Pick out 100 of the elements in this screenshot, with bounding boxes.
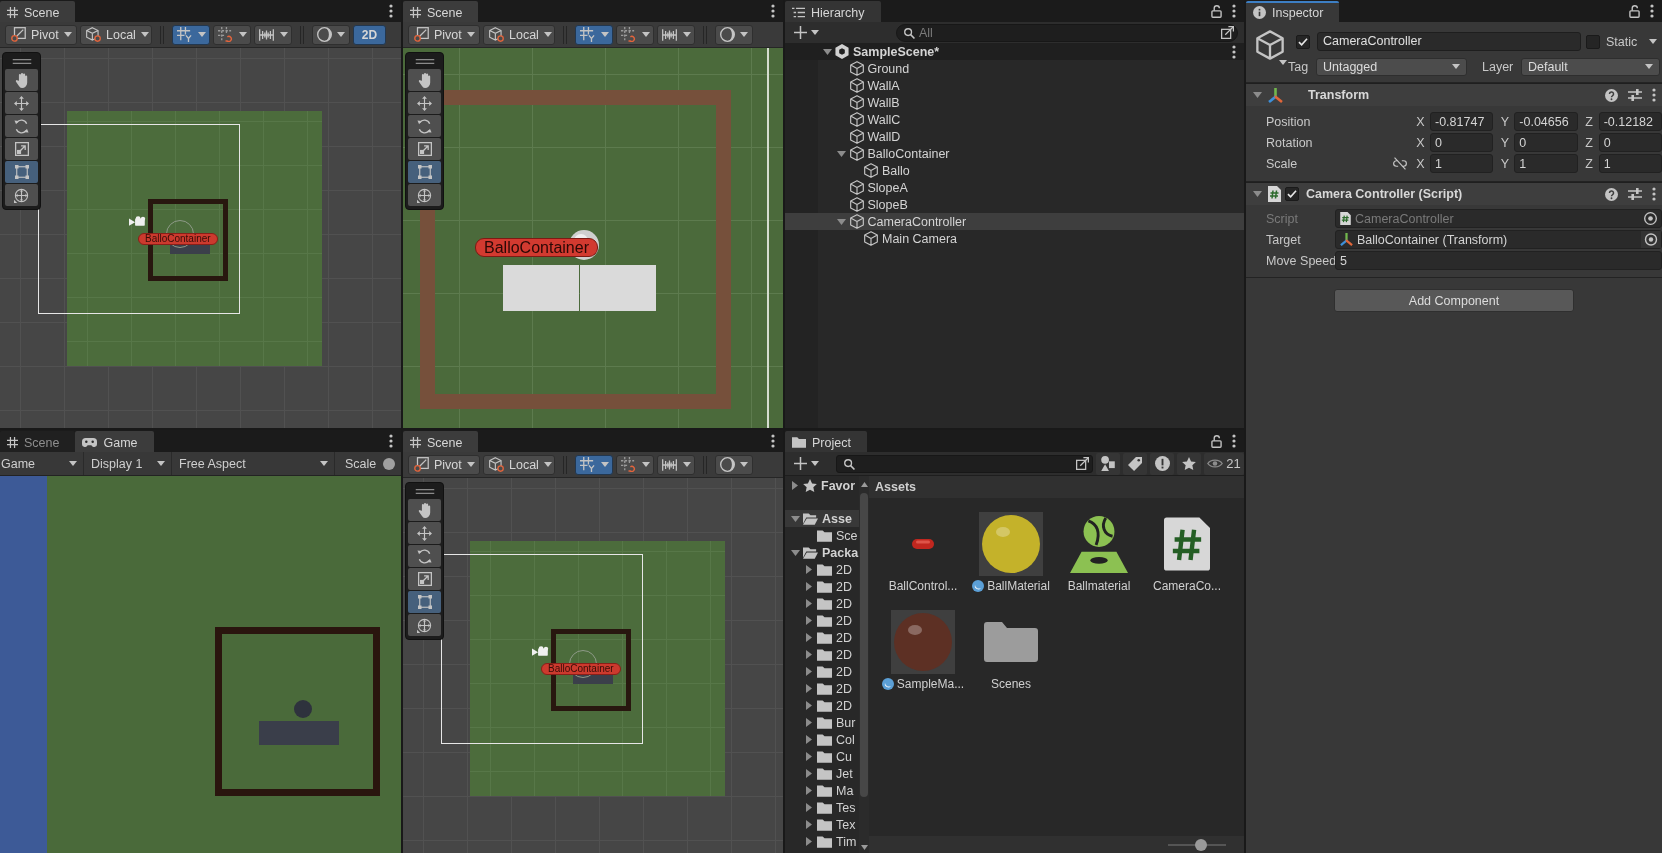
folder-item[interactable]: Asse [785,510,859,527]
foldout-arrow-icon[interactable] [822,48,832,55]
number-field[interactable]: 1 [1514,154,1578,173]
project-tab[interactable]: Project [785,431,867,452]
folder-item[interactable]: 2D [785,663,859,680]
component-header[interactable]: Camera Controller (Script) [1246,182,1662,205]
move-tool-button[interactable] [5,92,38,114]
asset-name[interactable]: BallControl... [886,579,960,593]
more-menu-icon[interactable] [771,434,775,448]
folder-item[interactable]: 2D [785,595,859,612]
scene-tab[interactable]: Scene [403,1,479,22]
lock-icon[interactable] [1211,4,1222,18]
folder-item[interactable]: 2D [785,680,859,697]
asset-name[interactable]: CameraCo... [1151,579,1223,593]
slider-thumb[interactable] [1195,838,1208,851]
foldout-arrow-icon[interactable] [806,820,812,829]
hierarchy-item[interactable]: SlopeB [785,196,1244,213]
foldout-arrow-icon[interactable] [806,565,812,574]
shading-dropdown[interactable] [312,24,350,45]
view-2d-toggle[interactable]: 2D [353,24,386,45]
caret-icon[interactable] [1649,39,1657,44]
sliders-icon[interactable] [1628,188,1642,200]
foldout-arrow-icon[interactable] [837,218,846,225]
foldout-arrow-icon[interactable] [806,786,812,795]
name-field[interactable]: CameraController [1317,32,1581,51]
scene-tab[interactable]: Scene [403,431,479,452]
scene-tab[interactable]: Scene [0,1,76,22]
object-field[interactable]: BalloContainer (Transform) [1335,230,1662,249]
slider-handle-icon[interactable] [383,457,396,470]
hierarchy-item[interactable]: Ballo [785,162,1244,179]
foldout-arrow-icon[interactable] [806,684,812,693]
folder-item[interactable]: Tex [785,816,859,833]
favorite-button[interactable] [1177,452,1201,475]
number-field[interactable]: 1 [1430,154,1494,173]
square-arrow-icon[interactable] [1076,457,1089,470]
scale-tool-button[interactable] [5,138,38,160]
help-icon[interactable] [1605,187,1618,201]
folder-item[interactable]: Jet [785,765,859,782]
rect-tool-button[interactable] [408,591,441,613]
unlinked-chain-icon[interactable] [1393,157,1407,170]
foldout-arrow-icon[interactable] [806,718,812,727]
number-field[interactable]: 5 [1335,251,1662,270]
more-menu-icon[interactable] [1650,4,1654,18]
increment-snap-button[interactable] [657,454,695,475]
hand-tool-button[interactable] [408,499,441,521]
create-button[interactable] [792,454,821,473]
create-button[interactable] [792,23,821,42]
scale-tool-button[interactable] [408,138,441,160]
more-menu-icon[interactable] [1652,88,1656,102]
increment-snap-button[interactable] [254,24,292,45]
foldout-arrow-icon[interactable] [806,769,812,778]
number-field[interactable]: -0.81747 [1430,112,1494,131]
grid-snap-button[interactable] [616,24,654,45]
hierarchy-item[interactable]: Ground [785,60,1244,77]
visibility-toggle[interactable]: 21 [1204,452,1244,475]
number-field[interactable]: -0.12182 [1598,112,1662,131]
folder-item[interactable]: Bur [785,714,859,731]
type-filter-button[interactable] [1096,452,1120,475]
lock-icon[interactable] [1629,4,1640,18]
log-filter-button[interactable] [1150,452,1174,475]
tag-dropdown[interactable]: Untagged [1316,57,1467,76]
transform-tool-button[interactable] [408,614,441,636]
shading-dropdown[interactable] [715,454,753,475]
search-field[interactable] [836,454,1093,473]
grid-snap-button[interactable] [616,454,654,475]
rotate-tool-button[interactable] [408,545,441,567]
hierarchy-item[interactable]: Main Camera [785,230,1244,247]
number-field[interactable]: 0 [1430,133,1494,152]
more-menu-icon[interactable] [389,4,393,18]
more-menu-icon[interactable] [771,4,775,18]
pivot-dropdown[interactable]: Pivot [408,24,480,45]
square-arrow-icon[interactable] [1221,26,1234,39]
favorites-item[interactable]: Favor [785,477,859,494]
enabled-checkbox[interactable] [1285,187,1299,201]
drag-handle-icon[interactable] [414,59,435,64]
foldout-arrow-icon[interactable] [806,633,812,642]
component-header[interactable]: Transform [1246,83,1662,106]
rotate-tool-button[interactable] [408,115,441,137]
pivot-dropdown[interactable]: Pivot [5,24,77,45]
number-field[interactable]: -0.04656 [1514,112,1578,131]
folder-item[interactable]: Tim [785,833,859,850]
more-menu-icon[interactable] [1232,44,1236,59]
search-field[interactable]: All [896,23,1238,42]
hierarchy-item[interactable]: WallA [785,77,1244,94]
asset-name[interactable]: BallMaterial [970,579,1052,593]
cube-icon[interactable] [1256,30,1284,60]
more-menu-icon[interactable] [1232,434,1236,448]
pivot-dropdown[interactable]: Pivot [408,454,480,475]
transform-tool-button[interactable] [408,184,441,206]
foldout-arrow-icon[interactable] [806,735,812,744]
scale-tool-button[interactable] [408,568,441,590]
foldout-arrow-icon[interactable] [790,515,800,522]
foldout-arrow-icon[interactable] [806,837,812,846]
folder-item[interactable]: Sce [785,527,859,544]
move-tool-button[interactable] [408,92,441,114]
folder-item[interactable]: 2D [785,578,859,595]
game-tab[interactable]: Game [75,431,154,452]
foldout-arrow-icon[interactable] [806,667,812,676]
add-component-button[interactable]: Add Component [1334,289,1574,312]
space-dropdown[interactable]: Local [80,24,152,45]
